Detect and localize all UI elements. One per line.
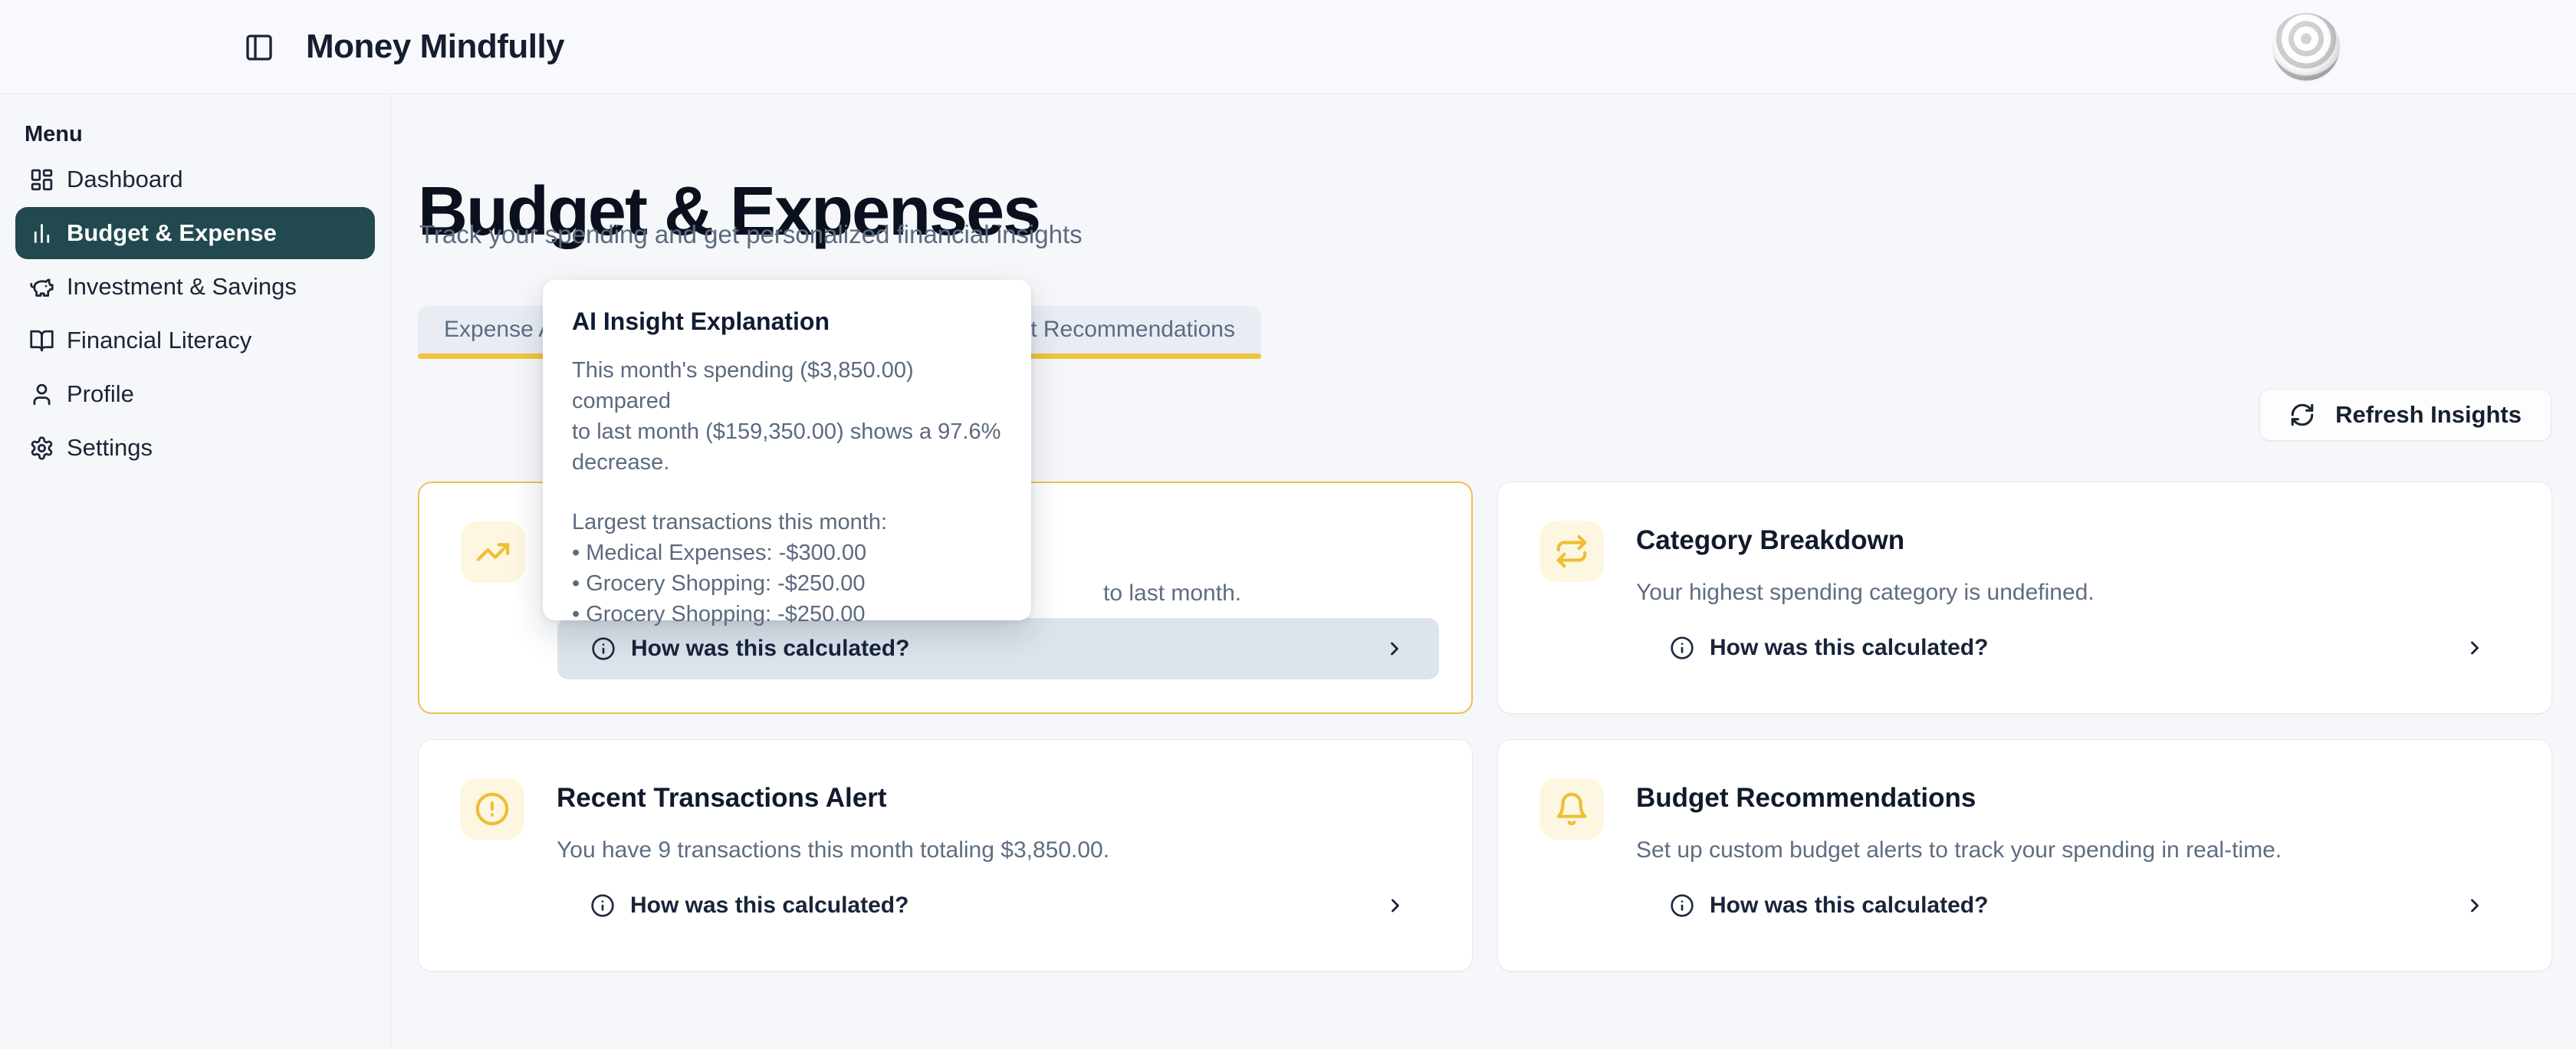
how-calculated-label: How was this calculated? <box>1710 635 1988 661</box>
sidebar-item-dashboard[interactable]: Dashboard <box>15 153 375 206</box>
tooltip-detail-line: • Medical Expenses: -$300.00 <box>572 538 1002 568</box>
card-category-breakdown: Category Breakdown Your highest spending… <box>1497 482 2552 714</box>
sidebar-menu-label: Menu <box>25 122 390 147</box>
card-description: You have 9 transactions this month total… <box>557 835 1109 866</box>
refresh-insights-button[interactable]: Refresh Insights <box>2259 389 2551 441</box>
icon-tile <box>1539 778 1604 840</box>
icon-tile <box>461 521 525 583</box>
card-recent-transactions-alert: Recent Transactions Alert You have 9 tra… <box>418 739 1473 972</box>
ai-insight-tooltip: AI Insight Explanation This month's spen… <box>543 280 1031 620</box>
page-subtitle: Track your spending and get personalized… <box>419 220 1083 249</box>
sidebar-item-label: Dashboard <box>67 166 183 193</box>
info-icon <box>591 636 616 661</box>
main-content: Budget & Expenses Track your spending an… <box>392 94 2576 1049</box>
avatar[interactable] <box>2272 13 2340 81</box>
trending-up-icon <box>475 534 511 570</box>
how-calculated-label: How was this calculated? <box>631 636 909 662</box>
repeat-icon <box>1554 534 1589 569</box>
app-title: Money Mindfully <box>306 28 564 66</box>
how-calculated-row[interactable]: How was this calculated? <box>557 875 1440 936</box>
info-icon <box>590 893 615 918</box>
tooltip-detail-line: Largest transactions this month: <box>572 507 1002 538</box>
top-bar: Money Mindfully <box>0 0 2576 94</box>
info-icon <box>1670 893 1694 918</box>
info-icon <box>1670 636 1694 660</box>
card-description: Your highest spending category is undefi… <box>1636 577 2095 608</box>
sidebar-toggle-button[interactable] <box>244 32 274 63</box>
card-budget-recommendations: Budget Recommendations Set up custom bud… <box>1497 739 2552 972</box>
tooltip-paragraph-line: to last month ($159,350.00) shows a 97.6… <box>572 416 1002 447</box>
card-title: Category Breakdown <box>1636 525 1904 556</box>
refresh-icon <box>2289 402 2315 428</box>
chevron-right-icon <box>2464 637 2486 659</box>
sidebar-item-settings[interactable]: Settings <box>15 422 375 474</box>
sidebar-item-budget-expense[interactable]: Budget & Expense <box>15 207 375 259</box>
sidebar-nav: Dashboard Budget & Expense Investment & … <box>15 153 375 474</box>
how-calculated-label: How was this calculated? <box>1710 893 1988 919</box>
sidebar-item-label: Investment & Savings <box>67 273 297 301</box>
user-icon <box>29 382 54 407</box>
sidebar-item-label: Budget & Expense <box>67 219 277 247</box>
card-title: Recent Transactions Alert <box>557 783 887 814</box>
how-calculated-label: How was this calculated? <box>630 893 909 919</box>
chevron-right-icon <box>1385 895 1406 916</box>
tooltip-title: AI Insight Explanation <box>572 306 1002 337</box>
tooltip-gap <box>572 478 1002 507</box>
sidebar: Menu Dashboard Budget & Expense <box>0 94 391 1049</box>
sidebar-item-label: Financial Literacy <box>67 327 251 354</box>
sidebar-item-investment-savings[interactable]: Investment & Savings <box>15 261 375 313</box>
chevron-right-icon <box>1384 638 1405 659</box>
dashboard-icon <box>29 167 54 192</box>
tooltip-detail-line: • Grocery Shopping: -$250.00 <box>572 568 1002 599</box>
card-title: Budget Recommendations <box>1636 783 1976 814</box>
tooltip-paragraph-line: This month's spending ($3,850.00) compar… <box>572 355 1002 416</box>
sidebar-item-label: Profile <box>67 380 134 408</box>
card-description: Set up custom budget alerts to track you… <box>1636 835 2282 866</box>
sidebar-item-profile[interactable]: Profile <box>15 368 375 420</box>
refresh-insights-label: Refresh Insights <box>2335 401 2522 429</box>
alert-circle-icon <box>475 791 510 827</box>
panel-left-icon <box>244 32 274 63</box>
piggy-bank-icon <box>29 275 54 300</box>
icon-tile <box>460 778 524 840</box>
card-description-visible-text: to last month. <box>1103 580 1241 606</box>
tooltip-paragraph-line: decrease. <box>572 447 1002 478</box>
sidebar-item-label: Settings <box>67 434 153 462</box>
sidebar-item-financial-literacy[interactable]: Financial Literacy <box>15 314 375 367</box>
icon-tile <box>1539 521 1604 582</box>
how-calculated-row[interactable]: How was this calculated? <box>1636 875 2519 936</box>
bell-icon <box>1554 791 1589 827</box>
how-calculated-row[interactable]: How was this calculated? <box>1636 617 2519 679</box>
tooltip-detail-line: • Grocery Shopping: -$250.00 <box>572 599 1002 630</box>
chevron-right-icon <box>2464 895 2486 916</box>
bar-chart-icon <box>29 221 54 246</box>
book-open-icon <box>29 328 54 354</box>
gear-icon <box>29 436 54 461</box>
